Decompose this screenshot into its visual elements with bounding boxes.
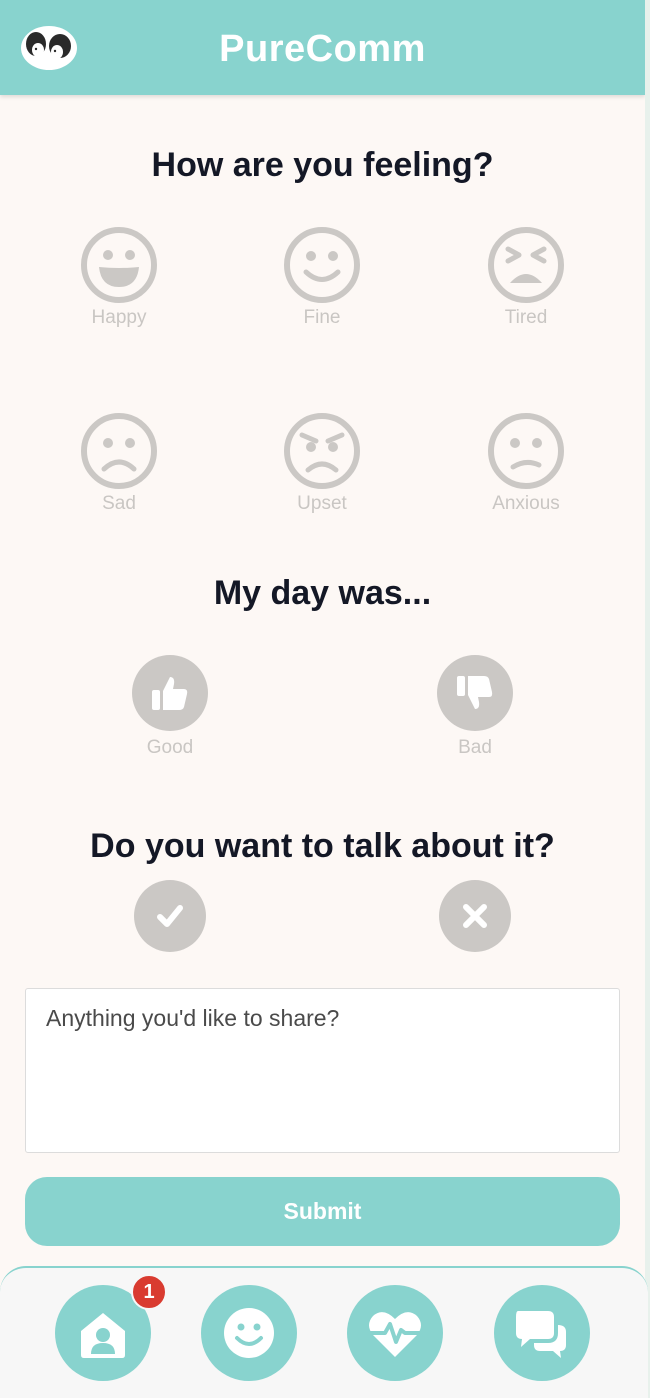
talk-heading: Do you want to talk about it?: [90, 827, 555, 865]
mood-sad[interactable]: Sad: [59, 411, 179, 515]
frown-face-icon: [81, 413, 157, 489]
day-heading: My day was...: [213, 574, 432, 612]
tired-face-icon: [488, 227, 564, 303]
angry-face-icon: [284, 413, 360, 489]
right-edge: [645, 0, 650, 1398]
app-header: PureComm: [0, 0, 645, 95]
check-icon: [157, 905, 183, 927]
grin-face-icon: [81, 227, 157, 303]
submit-button[interactable]: Submit: [25, 1177, 620, 1246]
mood-label: Sad: [102, 493, 136, 514]
notification-badge: 1: [131, 1274, 167, 1310]
mood-label: Fine: [303, 307, 341, 328]
no-button[interactable]: [439, 880, 511, 952]
thumbs-down-icon: [457, 676, 493, 709]
mood-label: Happy: [91, 307, 147, 328]
chat-icon: [516, 1311, 566, 1358]
nav-health-button[interactable]: [347, 1285, 443, 1381]
mood-label: Upset: [297, 493, 347, 514]
mood-label: Anxious: [492, 493, 560, 514]
mood-fine[interactable]: Fine: [262, 225, 382, 329]
nav-mood-button[interactable]: [201, 1285, 297, 1381]
bad-day-button[interactable]: [437, 655, 513, 731]
mood-upset[interactable]: Upset: [262, 411, 382, 515]
mood-label: Tired: [504, 307, 548, 328]
mood-anxious[interactable]: Anxious: [466, 411, 586, 515]
smile-icon: [224, 1308, 274, 1358]
worried-face-icon: [488, 413, 564, 489]
thumbs-up-icon: [152, 677, 188, 710]
home-icon: [81, 1313, 125, 1358]
yes-button[interactable]: [134, 880, 206, 952]
mood-happy[interactable]: Happy: [59, 225, 179, 329]
nav-chat-button[interactable]: [494, 1285, 590, 1381]
mood-tired[interactable]: Tired: [466, 225, 586, 329]
good-day-button[interactable]: [132, 655, 208, 731]
share-input[interactable]: [25, 988, 620, 1153]
app-title: PureComm: [219, 28, 426, 70]
bad-day-label: Bad: [458, 737, 492, 758]
close-icon: [463, 904, 487, 928]
feeling-heading: How are you feeling?: [151, 146, 494, 184]
smile-face-icon: [284, 227, 360, 303]
heart-pulse-icon: [367, 1312, 423, 1357]
good-day-label: Good: [146, 737, 194, 758]
